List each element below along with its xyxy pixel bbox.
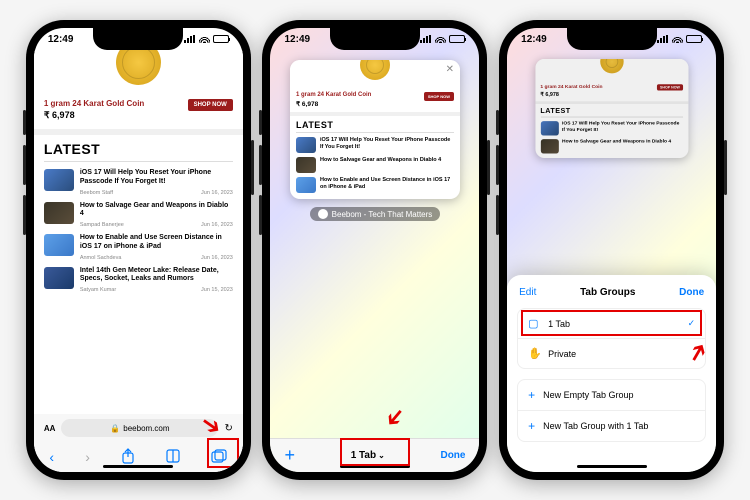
status-time: 12:49 <box>521 34 547 45</box>
product-title: 1 gram 24 Karat Gold Coin <box>296 92 371 98</box>
latest-heading: LATEST <box>34 135 243 161</box>
tab-groups-sheet: Edit Tab Groups Done ▢ 1 Tab ✓ ✋ Private… <box>507 275 716 472</box>
private-icon: ✋ <box>528 347 540 360</box>
tab-title: Beebom - Tech That Matters <box>332 210 433 219</box>
article-date: Jun 15, 2023 <box>201 287 233 293</box>
product-price: ₹ 6,978 <box>296 100 371 108</box>
tab-group-item[interactable]: ▢ 1 Tab ✓ <box>518 309 705 339</box>
article-title: How to Salvage Gear and Weapons in Diabl… <box>80 202 233 220</box>
action-label: New Empty Tab Group <box>543 390 633 400</box>
battery-icon <box>449 35 465 43</box>
sheet-title: Tab Groups <box>580 287 635 298</box>
article-author: Sampad Banerjee <box>80 222 124 228</box>
article-author: Beebom Staff <box>80 190 113 196</box>
article-author: Satyam Kumar <box>80 287 116 293</box>
article-thumb <box>44 234 74 256</box>
shop-now-button[interactable]: SHOP NOW <box>188 99 233 111</box>
article-row[interactable]: How to Salvage Gear and Weapons in Diabl… <box>34 199 243 232</box>
article-thumb <box>44 169 74 191</box>
lock-icon: 🔒 <box>110 424 120 433</box>
status-time: 12:49 <box>48 34 74 45</box>
signal-icon <box>420 35 432 43</box>
tab-group-actions: + New Empty Tab Group + New Tab Group wi… <box>517 379 706 442</box>
article-thumb <box>44 202 74 224</box>
favicon-icon <box>318 209 328 219</box>
article-date: Jun 16, 2023 <box>201 222 233 228</box>
checkmark-icon: ✓ <box>688 318 696 329</box>
tab-card-label: Beebom - Tech That Matters <box>310 207 441 221</box>
new-empty-tab-group[interactable]: + New Empty Tab Group <box>518 380 705 411</box>
battery-icon <box>686 35 702 43</box>
new-tab-group-with-tab[interactable]: + New Tab Group with 1 Tab <box>518 411 705 441</box>
shop-now-button: SHOP NOW <box>424 92 454 101</box>
wifi-icon <box>435 35 446 43</box>
latest-heading: LATEST <box>535 104 688 117</box>
product-title: 1 gram 24 Karat Gold Coin <box>541 84 603 89</box>
tab-icon: ▢ <box>528 317 540 330</box>
done-button[interactable]: Done <box>679 287 704 298</box>
article-row: How to Salvage Gear and Weapons in Diabl… <box>290 155 460 175</box>
new-tab-button[interactable]: + <box>284 445 295 466</box>
back-icon[interactable]: ‹ <box>49 449 54 465</box>
phone-2: 12:49 ✕ 1 gram 24 Karat Gold Coin ₹ 6,97… <box>262 20 487 480</box>
tab-card: 1 gram 24 Karat Gold Coin ₹ 6,978 SHOP N… <box>535 59 688 158</box>
article-row: How to Enable and Use Screen Distance in… <box>290 175 460 199</box>
tab-group-private[interactable]: ✋ Private <box>518 339 705 368</box>
product-title: 1 gram 24 Karat Gold Coin <box>44 99 144 108</box>
article-title: How to Salvage Gear and Weapons in Diabl… <box>320 157 454 164</box>
status-time: 12:49 <box>284 34 310 45</box>
article-row[interactable]: iOS 17 Will Help You Reset Your iPhone P… <box>34 166 243 199</box>
tab-group-list: ▢ 1 Tab ✓ ✋ Private <box>517 308 706 369</box>
tab-count-label: 1 Tab <box>351 450 376 461</box>
article-thumb <box>44 267 74 289</box>
tab-card[interactable]: ✕ 1 gram 24 Karat Gold Coin ₹ 6,978 SHOP… <box>290 60 460 199</box>
action-label: New Tab Group with 1 Tab <box>543 421 648 431</box>
product-price: ₹ 6,978 <box>541 91 603 97</box>
tab-group-selector[interactable]: 1 Tab ⌄ <box>351 450 385 461</box>
article-author: Anmol Sachdeva <box>80 255 122 261</box>
share-icon[interactable] <box>121 448 135 467</box>
article-row[interactable]: How to Enable and Use Screen Distance in… <box>34 231 243 264</box>
product-price: ₹ 6,978 <box>44 110 144 121</box>
plus-icon: + <box>528 419 535 433</box>
shop-now-button: SHOP NOW <box>657 84 682 90</box>
product-image <box>34 50 243 95</box>
phone-1: 12:49 1 gram 24 Karat Gold Coin ₹ 6,978 … <box>26 20 251 480</box>
close-tab-icon[interactable]: ✕ <box>446 64 454 75</box>
forward-icon[interactable]: › <box>85 449 90 465</box>
article-date: Jun 16, 2023 <box>201 255 233 261</box>
wifi-icon <box>199 35 210 43</box>
tabs-icon[interactable] <box>211 449 227 466</box>
signal-icon <box>657 35 669 43</box>
latest-heading: LATEST <box>290 116 460 132</box>
article-title: How to Salvage Gear and Weapons in Diabl… <box>562 139 683 145</box>
plus-icon: + <box>528 388 535 402</box>
article-title: iOS 17 Will Help You Reset Your iPhone P… <box>80 169 233 187</box>
edit-button[interactable]: Edit <box>519 287 536 298</box>
article-title: How to Enable and Use Screen Distance in… <box>80 234 233 252</box>
bookmarks-icon[interactable] <box>166 449 180 466</box>
article-title: iOS 17 Will Help You Reset Your iPhone P… <box>320 137 454 151</box>
article-title: iOS 17 Will Help You Reset Your iPhone P… <box>562 121 683 133</box>
article-row: iOS 17 Will Help You Reset Your iPhone P… <box>290 135 460 155</box>
address-bar[interactable]: 🔒 beebom.com <box>61 419 218 437</box>
reload-icon[interactable]: ↻ <box>224 423 232 434</box>
product-row[interactable]: 1 gram 24 Karat Gold Coin ₹ 6,978 SHOP N… <box>34 95 243 135</box>
text-size-button[interactable]: AA <box>44 424 56 433</box>
wifi-icon <box>672 35 683 43</box>
article-row[interactable]: Intel 14th Gen Meteor Lake: Release Date… <box>34 264 243 297</box>
address-domain: beebom.com <box>123 424 169 433</box>
article-title: Intel 14th Gen Meteor Lake: Release Date… <box>80 267 233 285</box>
signal-icon <box>184 35 196 43</box>
battery-icon <box>213 35 229 43</box>
chevron-down-icon: ⌄ <box>378 451 385 460</box>
tab-group-label: Private <box>548 349 576 359</box>
article-date: Jun 16, 2023 <box>201 190 233 196</box>
done-button[interactable]: Done <box>440 450 465 461</box>
tab-group-label: 1 Tab <box>548 319 570 329</box>
article-title: How to Enable and Use Screen Distance in… <box>320 177 454 191</box>
phone-3: 12:49 1 gram 24 Karat Gold Coin ₹ 6,978 … <box>499 20 724 480</box>
